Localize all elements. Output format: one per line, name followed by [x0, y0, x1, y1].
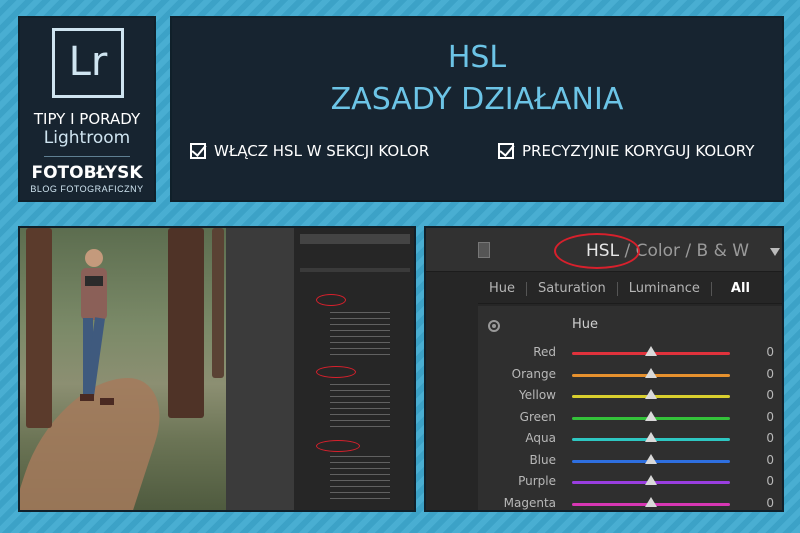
logo-divider [44, 156, 130, 157]
slider-value[interactable]: 0 [766, 496, 774, 510]
section-title: Hue [572, 317, 599, 332]
target-adjust-icon[interactable] [488, 320, 500, 332]
slider-label: Yellow [519, 388, 556, 402]
brand-name: FOTOBŁYSK [31, 163, 143, 183]
mode-bw[interactable]: B & W [697, 241, 750, 261]
slider-label: Blue [529, 452, 556, 467]
collapse-arrow-icon[interactable] [770, 248, 780, 256]
slider-row-purple: Purple 0 [478, 472, 782, 492]
slider-value[interactable]: 0 [766, 410, 774, 424]
slider-label: Orange [511, 366, 556, 381]
tab-luminance[interactable]: Luminance [618, 281, 711, 296]
develop-panel-thumbnail [294, 228, 414, 510]
tip-item: WŁĄCZ HSL W SEKCJI KOLOR [190, 142, 429, 160]
highlight-ellipse [316, 366, 356, 378]
slider-row-blue: Blue 0 [478, 451, 782, 471]
check-icon [498, 143, 514, 159]
hue-section: Hue Red 0 Orange 0 Yellow 0 Green 0 Aqua 0 Blue 0 Pu… [478, 306, 782, 511]
mini-sliders [330, 384, 390, 432]
tree-trunk [212, 228, 224, 378]
slider-value[interactable]: 0 [766, 388, 774, 402]
hsl-panel-zoom: HSL / Color / B & W Hue Saturation Lumin… [424, 226, 784, 512]
slider-thumb[interactable] [645, 410, 657, 421]
brand-subtitle: BLOG FOTOGRAFICZNY [30, 184, 144, 194]
slider-label: Aqua [525, 431, 556, 445]
slider-value[interactable]: 0 [766, 474, 774, 488]
slider-row-red: Red 0 [478, 343, 782, 363]
lightroom-screenshot [18, 226, 416, 512]
tab-all[interactable]: All [720, 281, 761, 296]
forest-photo [20, 228, 226, 510]
slider-thumb[interactable] [645, 453, 657, 464]
slider-thumb[interactable] [645, 346, 657, 356]
tip-text: PRECYZYJNIE KORYGUJ KOLORY [522, 142, 755, 160]
slider-thumb[interactable] [645, 475, 657, 485]
slider-row-green: Green 0 [478, 408, 782, 428]
tip-item: PRECYZYJNIE KORYGUJ KOLORY [498, 142, 754, 160]
title-panel: HSL ZASADY DZIAŁANIA WŁĄCZ HSL W SEKCJI … [170, 16, 784, 202]
slider-thumb[interactable] [645, 432, 657, 442]
page-subtitle: ZASADY DZIAŁANIA [330, 82, 624, 117]
tips-heading: TIPY I PORADY [33, 110, 141, 128]
slider-value[interactable]: 0 [766, 431, 774, 445]
tip-text: WŁĄCZ HSL W SEKCJI KOLOR [214, 142, 430, 160]
tab-hue[interactable]: Hue [478, 281, 526, 296]
slider-row-yellow: Yellow 0 [478, 386, 782, 406]
tab-divider [710, 281, 712, 296]
slider-row-orange: Orange 0 [478, 365, 782, 385]
slider-row-aqua: Aqua 0 [478, 429, 782, 449]
slider-thumb[interactable] [645, 496, 657, 507]
tree-trunk [168, 228, 204, 418]
hsl-panel-header: HSL / Color / B & W [426, 228, 782, 272]
page-title: HSL [447, 40, 507, 75]
mode-color[interactable]: Color [636, 241, 680, 261]
slider-label: Purple [518, 474, 556, 488]
slider-value[interactable]: 0 [766, 345, 774, 359]
mini-sliders [330, 456, 390, 504]
tree-trunk [26, 228, 52, 428]
slider-row-magenta: Magenta 0 [478, 494, 782, 511]
hsl-highlight-ellipse [554, 233, 640, 269]
slider-label: Magenta [503, 495, 556, 510]
panel-switch-icon[interactable] [478, 242, 490, 258]
highlight-ellipse [316, 294, 346, 306]
slider-value[interactable]: 0 [766, 367, 774, 381]
develop-workspace [226, 228, 294, 510]
slider-value[interactable]: 0 [766, 453, 774, 467]
slider-label: Green [519, 409, 556, 424]
tab-saturation[interactable]: Saturation [527, 281, 617, 296]
logo-panel: Lr TIPY I PORADY Lightroom FOTOBŁYSK BLO… [18, 16, 156, 202]
mini-sliders [330, 312, 390, 360]
slider-thumb[interactable] [645, 389, 657, 399]
slider-label: Red [533, 345, 556, 359]
slider-thumb[interactable] [645, 367, 657, 378]
hsl-tabs: Hue Saturation Luminance All [478, 274, 782, 304]
tool-strip [300, 234, 410, 244]
panel-header-thumb [300, 268, 410, 272]
mode-separator: / [685, 241, 692, 261]
app-name: Lightroom [43, 128, 131, 148]
check-icon [190, 143, 206, 159]
person-figure [80, 249, 114, 405]
lightroom-logo: Lr [52, 28, 124, 98]
highlight-ellipse [316, 440, 360, 452]
